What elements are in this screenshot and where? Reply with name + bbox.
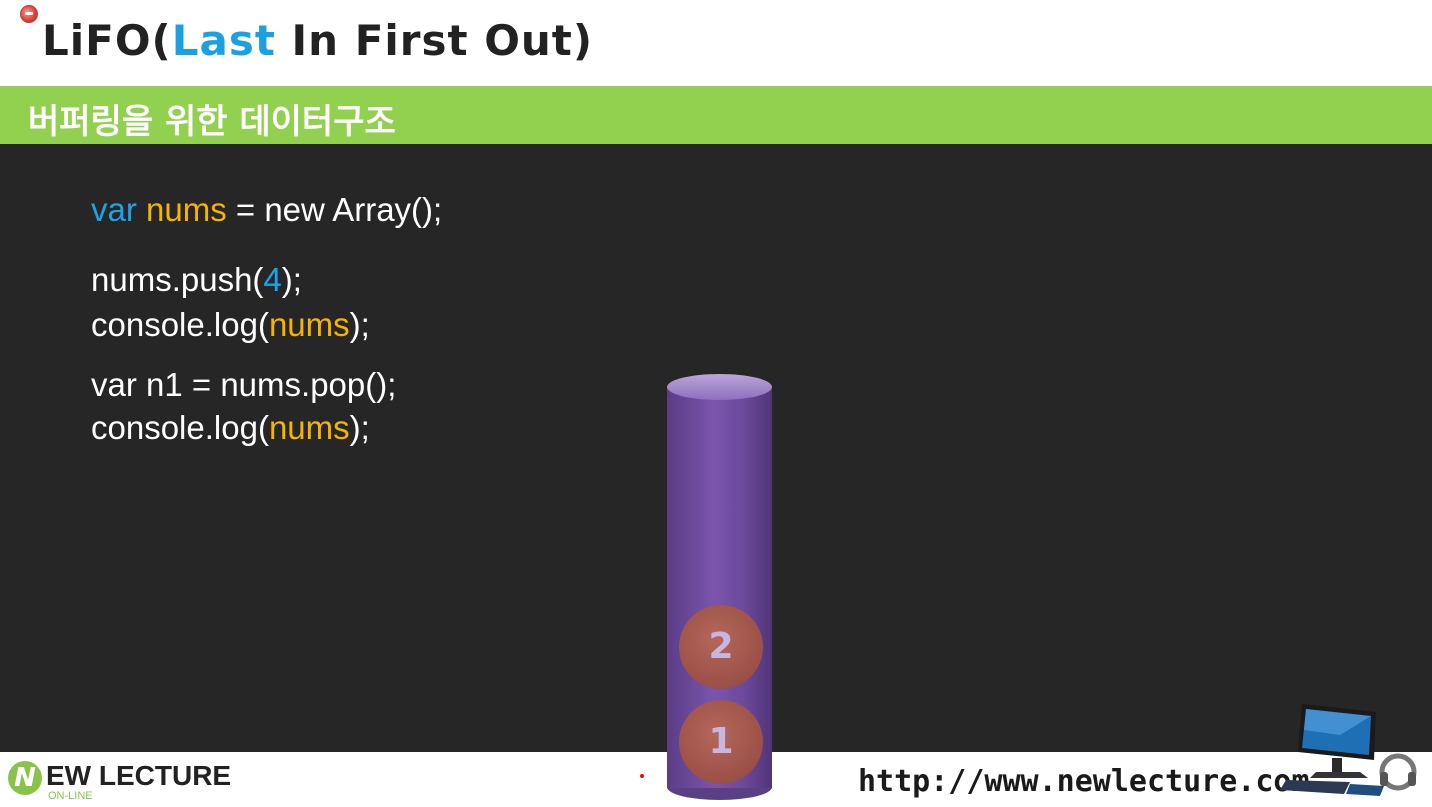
- code-variable: nums: [268, 306, 350, 343]
- title-bar: LiFO(Last In First Out): [0, 0, 1432, 86]
- code-text: = new Array();: [226, 191, 443, 228]
- code-line-4: var n1 = nums.pop();: [91, 365, 396, 405]
- code-number: 4: [263, 261, 282, 298]
- stack-item: 2: [679, 605, 763, 689]
- code-text: );: [349, 409, 370, 446]
- code-keyword: var: [91, 191, 137, 228]
- title-suffix: In First Out): [275, 16, 594, 65]
- code-text: var n1 = nums.pop();: [91, 366, 397, 403]
- code-text: nums.push(: [91, 261, 264, 298]
- code-text: );: [349, 306, 370, 343]
- code-line-2: nums.push(4);: [91, 260, 302, 300]
- logo-text: EW LECTURE: [46, 760, 232, 791]
- code-variable: nums: [146, 191, 227, 228]
- computer-desktop-icon: [1280, 704, 1417, 796]
- stack-cylinder: 2 1: [667, 374, 772, 800]
- pointer-dot: [640, 774, 644, 778]
- logo-mark: N: [8, 761, 42, 795]
- code-line-3: console.log(nums);: [91, 305, 370, 345]
- code-text: );: [281, 261, 302, 298]
- code-line-5: console.log(nums);: [91, 408, 370, 448]
- code-variable: nums: [268, 409, 350, 446]
- stack-item: 1: [679, 700, 763, 784]
- code-text: console.log(: [91, 409, 269, 446]
- code-text: console.log(: [91, 306, 269, 343]
- title-accent: Last: [171, 16, 276, 65]
- footer-url: http://www.newlecture.com: [858, 764, 1310, 799]
- code-line-1: var nums = new Array();: [91, 190, 442, 230]
- slide-subtitle: 버퍼링을 위한 데이터구조: [28, 102, 396, 142]
- record-indicator-icon: [20, 5, 38, 23]
- slide-title: LiFO(Last In First Out): [42, 16, 593, 65]
- logo-subtext: ON-LINE: [48, 790, 93, 802]
- title-prefix: LiFO(: [42, 16, 172, 65]
- stack-top: [667, 374, 772, 400]
- slide-subtitle-bar: 버퍼링을 위한 데이터구조: [0, 86, 1432, 144]
